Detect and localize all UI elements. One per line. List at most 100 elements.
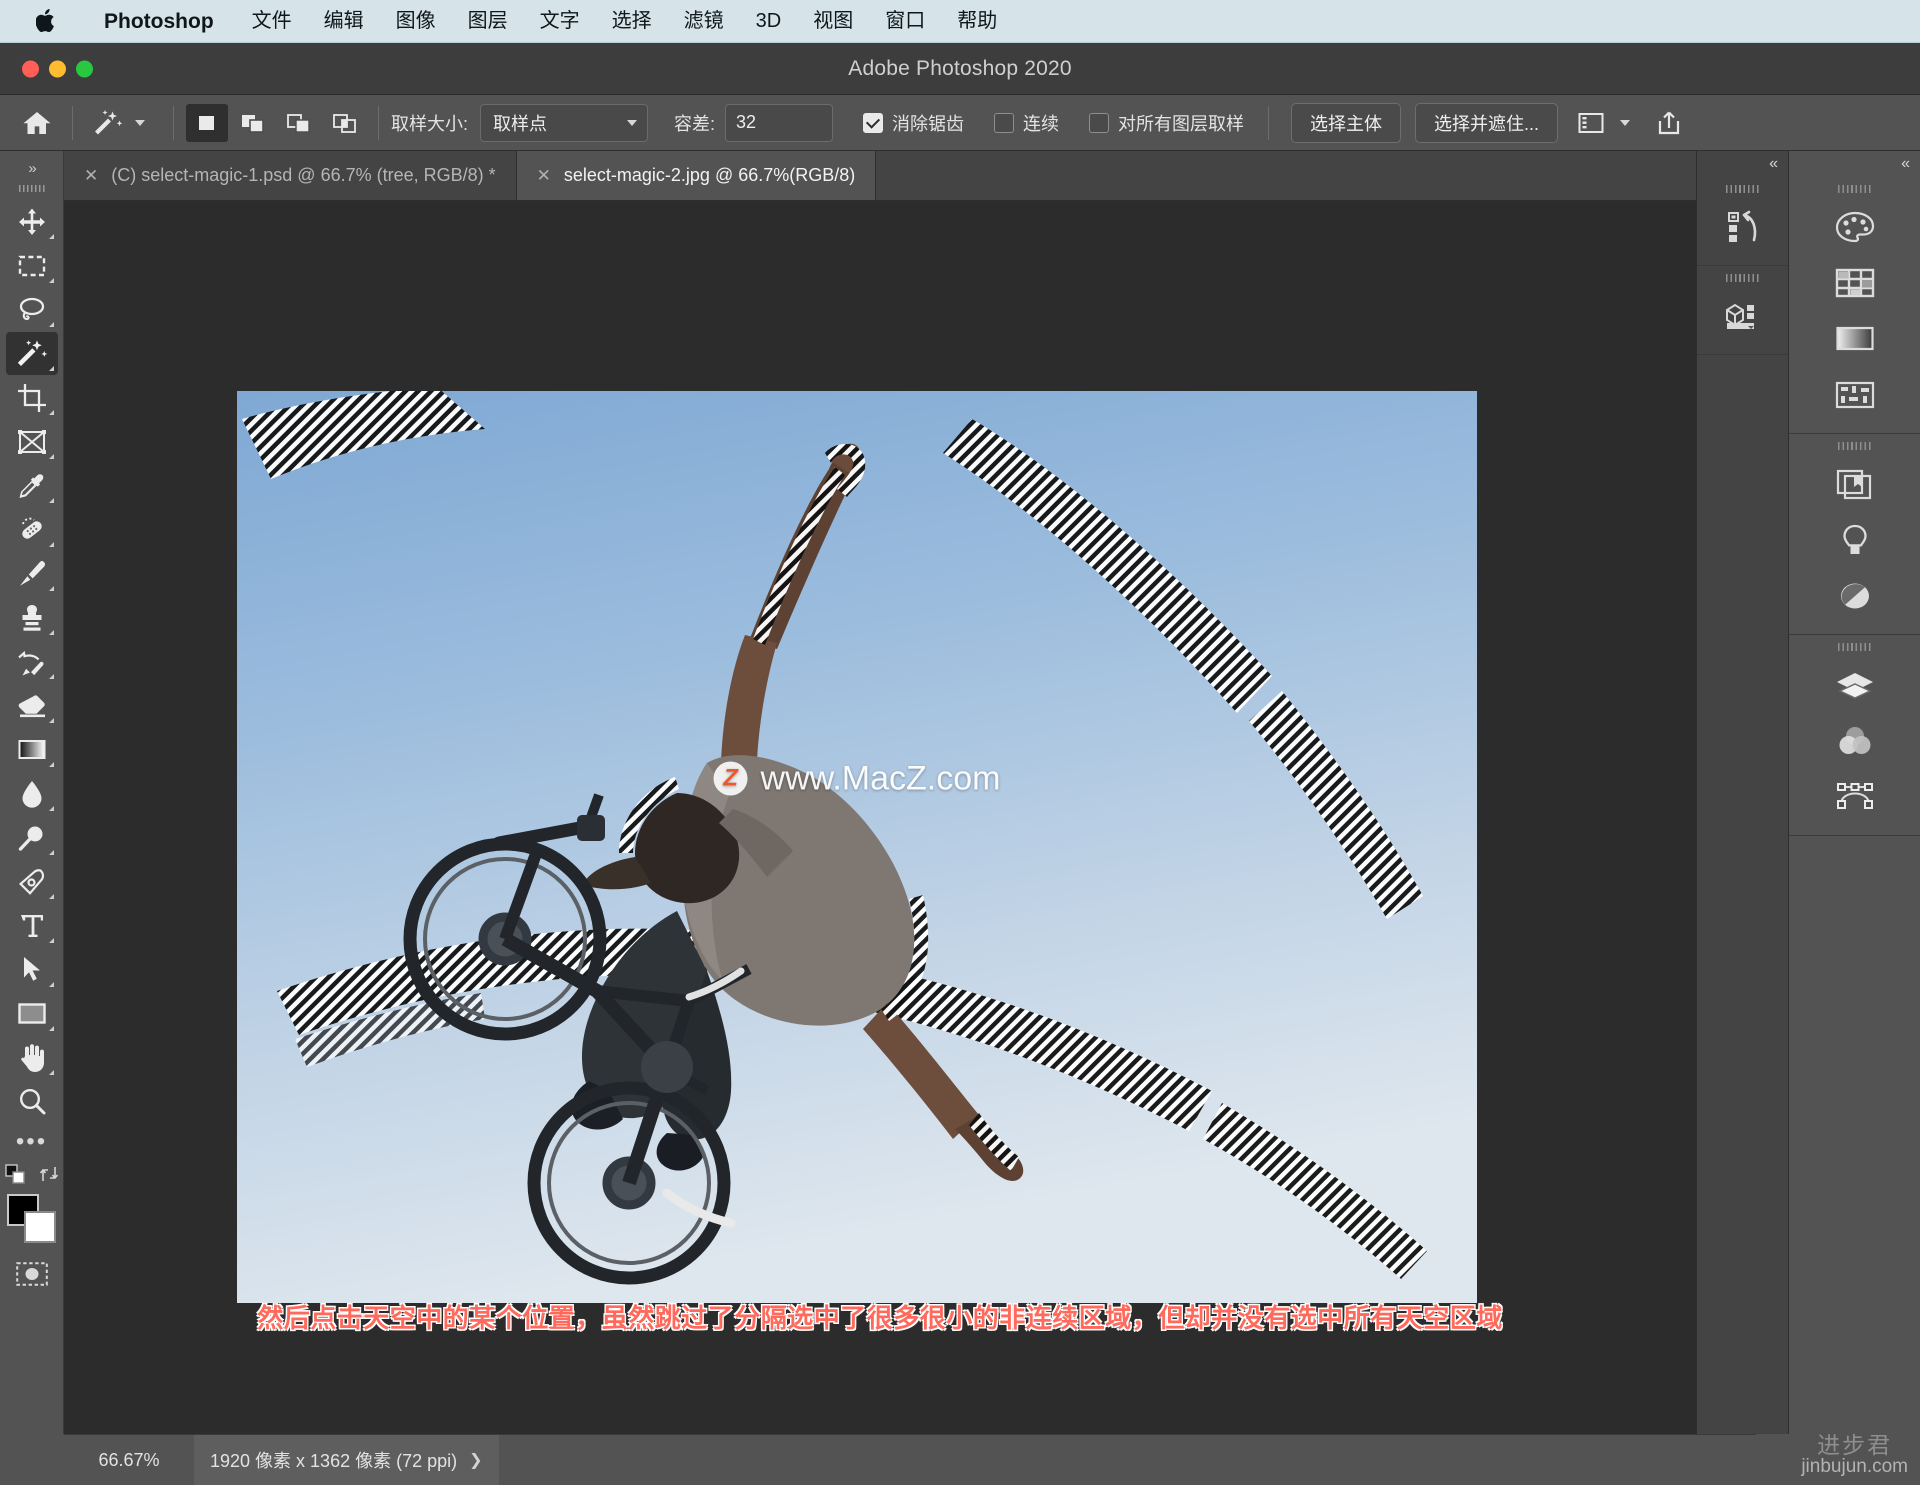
menu-item-type[interactable]: 文字	[524, 0, 596, 43]
more-tools-icon[interactable]: •••	[16, 1124, 47, 1164]
library-book-icon[interactable]	[1789, 456, 1920, 512]
select-and-mask-button[interactable]: 选择并遮住...	[1415, 102, 1559, 143]
maximize-window-button[interactable]	[76, 60, 93, 77]
apple-logo-icon[interactable]	[36, 8, 58, 34]
chevron-down-icon[interactable]	[135, 119, 145, 126]
half-circle-icon[interactable]	[1789, 568, 1920, 624]
antialias-label: 消除锯齿	[892, 113, 965, 134]
hand-tool[interactable]	[6, 1036, 58, 1079]
zoom-tool[interactable]	[6, 1080, 58, 1123]
history-icon[interactable]	[1697, 199, 1788, 255]
new-selection-icon[interactable]	[186, 103, 228, 142]
3d-panel-group	[1697, 274, 1788, 355]
brand-watermark: 进步君 jinbujun.com	[1801, 1433, 1908, 1477]
menu-item-select[interactable]: 选择	[596, 0, 668, 43]
light-bulb-icon[interactable]	[1789, 512, 1920, 568]
menu-item-help[interactable]: 帮助	[941, 0, 1013, 43]
collapse-panel-icon[interactable]: «	[1789, 151, 1920, 177]
eyedropper-tool[interactable]	[6, 464, 58, 507]
channels-venn-icon[interactable]	[1789, 713, 1920, 769]
minimize-window-button[interactable]	[49, 60, 66, 77]
panel-grip	[18, 185, 45, 192]
contiguous-checkbox[interactable]: 连续	[994, 110, 1059, 136]
magic-wand-icon[interactable]	[85, 103, 131, 143]
gradient-icon[interactable]	[1789, 311, 1920, 367]
divider	[72, 105, 73, 140]
color-swatches[interactable]	[6, 1194, 57, 1244]
layers-stack-icon[interactable]	[1789, 657, 1920, 713]
menu-item-layer[interactable]: 图层	[452, 0, 524, 43]
tool-expand-triangle	[48, 850, 54, 855]
tool-expand-triangle	[48, 322, 54, 327]
tool-expand-triangle	[48, 234, 54, 239]
frame-tool[interactable]	[6, 420, 58, 463]
workspace-layout-icon[interactable]	[1568, 103, 1614, 143]
pattern-icon[interactable]	[1789, 367, 1920, 423]
menu-item-photoshop[interactable]: Photoshop	[88, 0, 236, 43]
lasso-tool[interactable]	[6, 288, 58, 331]
document-image[interactable]: Z www.MacZ.com	[237, 391, 1477, 1303]
close-window-button[interactable]	[22, 60, 39, 77]
pen-tool[interactable]	[6, 860, 58, 903]
zoom-level[interactable]: 66.67%	[64, 1450, 194, 1471]
share-upload-icon[interactable]	[1646, 103, 1692, 143]
document-tab-1[interactable]: ✕ (C) select-magic-1.psd @ 66.7% (tree, …	[64, 151, 517, 200]
eraser-tool[interactable]	[6, 684, 58, 727]
palette-icon[interactable]	[1789, 199, 1920, 255]
dodge-tool[interactable]	[6, 816, 58, 859]
panel-grip	[1837, 442, 1872, 450]
checkbox-box	[1089, 112, 1110, 133]
document-size-info[interactable]: 1920 像素 x 1362 像素 (72 ppi) ❯	[194, 1435, 499, 1485]
collapse-tools-icon[interactable]: »	[0, 155, 63, 181]
magic-wand-tool[interactable]	[5, 332, 58, 375]
blur-tool[interactable]	[6, 772, 58, 815]
menu-item-view[interactable]: 视图	[797, 0, 869, 43]
sample-size-select[interactable]: 取样点	[480, 103, 649, 142]
marquee-tool[interactable]	[6, 244, 58, 287]
intersect-selection-icon[interactable]	[324, 104, 366, 142]
default-colors-icon[interactable]	[4, 1164, 25, 1184]
type-tool[interactable]	[6, 904, 58, 947]
menu-item-3d[interactable]: 3D	[740, 0, 798, 43]
close-icon[interactable]: ✕	[84, 166, 98, 186]
shape-tool[interactable]	[6, 992, 58, 1035]
home-icon[interactable]	[14, 103, 60, 143]
move-tool[interactable]	[6, 200, 58, 243]
menu-item-image[interactable]: 图像	[380, 0, 452, 43]
quick-mask-icon[interactable]	[15, 1262, 48, 1291]
menu-item-edit[interactable]: 编辑	[308, 0, 380, 43]
swap-colors-icon[interactable]	[39, 1164, 59, 1184]
add-to-selection-icon[interactable]	[232, 104, 274, 142]
chevron-right-icon[interactable]: ❯	[469, 1450, 482, 1470]
tool-expand-triangle	[48, 586, 54, 591]
document-tab-2[interactable]: ✕ select-magic-2.jpg @ 66.7%(RGB/8)	[516, 151, 877, 200]
checkbox-box	[994, 112, 1015, 133]
history-brush-tool[interactable]	[6, 640, 58, 683]
brush-tool[interactable]	[6, 552, 58, 595]
background-color-swatch[interactable]	[23, 1211, 56, 1243]
path-selection-tool[interactable]	[6, 948, 58, 991]
contiguous-label: 连续	[1023, 113, 1060, 134]
tolerance-label: 容差:	[674, 113, 716, 134]
sample-all-layers-checkbox[interactable]: 对所有图层取样	[1089, 110, 1244, 136]
menu-item-filter[interactable]: 滤镜	[668, 0, 740, 43]
tolerance-input[interactable]: 32	[725, 103, 834, 142]
menu-item-window[interactable]: 窗口	[869, 0, 941, 43]
canvas-area[interactable]: Z www.MacZ.com 然后点击天空中的某个位置，虽然跳过了分隔选中了很多…	[64, 201, 1696, 1434]
cube-3d-icon[interactable]	[1697, 288, 1788, 344]
close-icon[interactable]: ✕	[537, 166, 551, 186]
tool-expand-triangle	[48, 498, 54, 503]
checkbox-box	[863, 112, 884, 133]
gradient-tool[interactable]	[6, 728, 58, 771]
subtract-from-selection-icon[interactable]	[278, 104, 320, 142]
paths-bezier-icon[interactable]	[1789, 769, 1920, 825]
clone-stamp-tool[interactable]	[6, 596, 58, 639]
chevron-down-icon[interactable]	[1620, 119, 1631, 126]
menu-item-file[interactable]: 文件	[236, 0, 308, 43]
healing-brush-tool[interactable]	[6, 508, 58, 551]
swatches-grid-icon[interactable]	[1789, 255, 1920, 311]
antialias-checkbox[interactable]: 消除锯齿	[863, 110, 964, 136]
select-subject-button[interactable]: 选择主体	[1291, 102, 1402, 143]
collapse-panel-icon[interactable]: «	[1697, 151, 1788, 177]
crop-tool[interactable]	[6, 376, 58, 419]
